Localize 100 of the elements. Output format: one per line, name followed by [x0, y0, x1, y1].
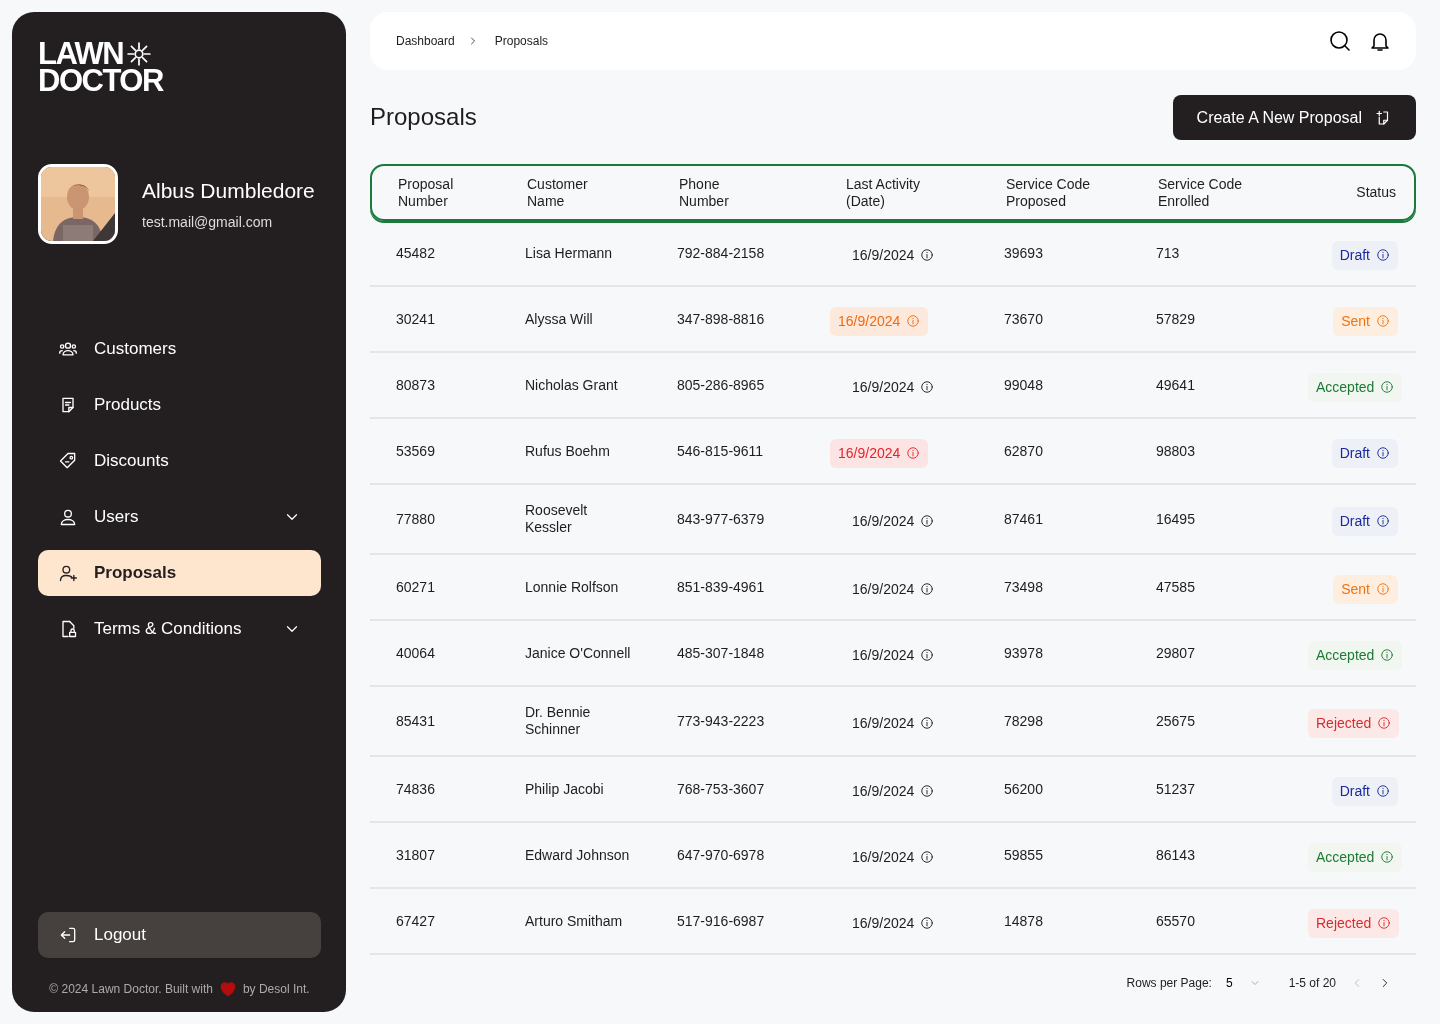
status-tag: Draft: [1331, 240, 1398, 270]
column-header: Customer Name: [527, 175, 589, 210]
logout-button[interactable]: Logout: [38, 912, 321, 958]
info-icon: [1376, 514, 1390, 528]
user-name: Albus Dumbledore: [142, 177, 315, 204]
sidebar-item[interactable]: Terms & Conditions: [38, 606, 321, 652]
search-icon: [1328, 29, 1352, 53]
logo-text: LAWN: [38, 40, 124, 67]
table-cell-text: 51237: [1156, 780, 1196, 798]
date-tag: 16/9/2024: [830, 306, 929, 336]
table-cell-text: Dr. Bennie Schinner: [525, 704, 592, 738]
table-cell-text: 25675: [1156, 712, 1196, 730]
table-cell-text: 80873: [396, 376, 436, 394]
sidebar-item[interactable]: Discounts: [38, 438, 321, 484]
column-header: Phone Number: [679, 175, 730, 210]
info-icon: [1376, 248, 1390, 262]
table-cell-text: Nicholas Grant: [525, 376, 619, 394]
status-tag: Rejected: [1308, 708, 1400, 738]
create-proposal-button[interactable]: Create A New Proposal: [1172, 95, 1416, 140]
sidebar-item[interactable]: Proposals: [38, 550, 321, 596]
page-range: 1-5 of 20: [1288, 975, 1336, 992]
sidebar-item[interactable]: Users: [38, 494, 321, 540]
table-cell-text: 713: [1156, 244, 1181, 262]
rows-per-page-label: Rows per Page:: [1126, 975, 1212, 992]
breadcrumb-link[interactable]: Dashboard: [396, 32, 455, 50]
heart-icon: [218, 980, 237, 998]
footer-text: © 2024 Lawn Doctor. Built with: [49, 981, 213, 998]
table-cell-text: 99048: [1004, 376, 1044, 394]
table-cell-text: 31807: [396, 846, 436, 864]
status-tag: Draft: [1331, 506, 1398, 536]
table-cell-text: 45482: [396, 244, 436, 262]
date-tag: 16/9/2024: [844, 908, 943, 938]
sidebar-item[interactable]: Products: [38, 382, 321, 428]
table-cell-text: 517-916-6987: [677, 912, 766, 930]
table-cell-text: 851-839-4961: [677, 578, 766, 596]
date-tag: 16/9/2024: [844, 640, 943, 670]
date-tag: 16/9/2024: [844, 776, 943, 806]
table-cell-text: Rufus Boehm: [525, 442, 611, 460]
status-tag: Draft: [1331, 776, 1398, 806]
date-tag: 16/9/2024: [844, 708, 943, 738]
search-button[interactable]: [1328, 29, 1352, 53]
sidebar-item[interactable]: Customers: [38, 326, 321, 372]
table-cell-text: 30241: [396, 310, 436, 328]
date-tag: 16/9/2024: [830, 438, 929, 468]
tag-icon: [58, 451, 78, 471]
table-cell-text: 792-884-2158: [677, 244, 766, 262]
table-cell-text: 16495: [1156, 510, 1196, 528]
table-cell-text: 77880: [396, 510, 436, 528]
status-tag: Sent: [1333, 574, 1398, 604]
user-plus-icon: [58, 563, 78, 583]
date-tag: 16/9/2024: [844, 842, 943, 872]
user-icon: [58, 507, 78, 527]
table-cell-text: 29807: [1156, 644, 1196, 662]
info-icon: [920, 784, 935, 798]
table-cell-text: 74836: [396, 780, 436, 798]
table-cell-text: 78298: [1004, 712, 1044, 730]
table-cell-text: 67427: [396, 912, 436, 930]
status-tag: Accepted: [1308, 640, 1403, 670]
rows-per-page-select[interactable]: 5: [1225, 974, 1261, 992]
table-cell-text: Philip Jacobi: [525, 780, 605, 798]
table-cell-text: 56200: [1004, 780, 1044, 798]
info-icon: [1380, 380, 1395, 394]
table-cell-text: 93978: [1004, 644, 1044, 662]
table-cell-text: 57829: [1156, 310, 1196, 328]
table-cell-text: Lonnie Rolfson: [525, 578, 620, 596]
table-cell-text: 53569: [396, 442, 436, 460]
table-cell-text: 73498: [1004, 578, 1044, 596]
table-cell-text: 773-943-2223: [677, 712, 766, 730]
info-icon: [1376, 446, 1390, 460]
status-tag: Accepted: [1308, 372, 1403, 402]
status-tag: Draft: [1331, 438, 1398, 468]
table-cell-text: 59855: [1004, 846, 1044, 864]
footer-text: by Desol Int.: [242, 981, 310, 998]
table-cell-text: Alyssa Will: [525, 310, 594, 328]
table-cell-text: Janice O'Connell: [525, 644, 632, 662]
table-cell-text: 87461: [1004, 510, 1044, 528]
table-cell-text: Roosevelt Kessler: [525, 502, 589, 536]
table-cell-text: 73670: [1004, 310, 1044, 328]
status-tag: Sent: [1333, 306, 1398, 336]
date-tag: 16/9/2024: [844, 506, 943, 536]
column-header: Proposal Number: [398, 175, 455, 210]
info-icon: [1377, 916, 1392, 930]
date-tag: 16/9/2024: [844, 240, 943, 270]
logo-text: DOCTOR: [38, 67, 163, 94]
status-tag: Accepted: [1308, 842, 1403, 872]
sun-icon: [126, 40, 153, 67]
info-icon: [1377, 716, 1392, 730]
info-icon: [1380, 850, 1395, 864]
breadcrumb-link[interactable]: Proposals: [494, 32, 549, 50]
info-icon: [1376, 784, 1390, 798]
info-icon: [920, 248, 935, 262]
table-cell-text: 485-307-1848: [677, 644, 766, 662]
date-tag: 16/9/2024: [844, 372, 943, 402]
page-title: Proposals: [370, 103, 477, 132]
info-icon: [1380, 648, 1395, 662]
table-cell-text: 47585: [1156, 578, 1196, 596]
status-tag: Rejected: [1308, 908, 1400, 938]
table-cell-text: 65570: [1156, 912, 1196, 930]
table-cell-text: 86143: [1156, 846, 1196, 864]
table-cell-text: 49641: [1156, 376, 1196, 394]
